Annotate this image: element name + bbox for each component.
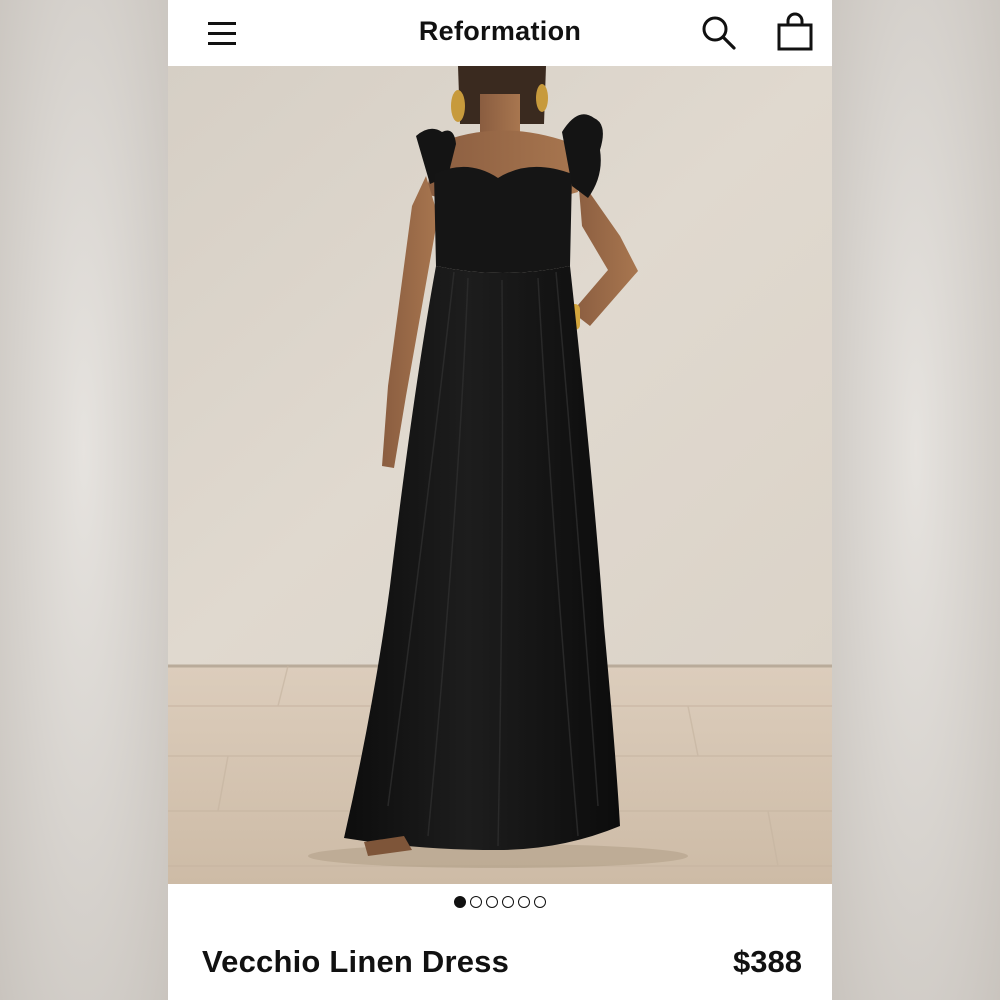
product-page: Reformation Vecchio Linen Dress $388 <box>168 0 832 1000</box>
background-blur-right <box>832 0 1000 1000</box>
product-price: $388 <box>733 944 802 979</box>
carousel-dot-6[interactable] <box>534 896 546 908</box>
carousel-dot-5[interactable] <box>518 896 530 908</box>
carousel-dot-2[interactable] <box>470 896 482 908</box>
shopping-bag-icon[interactable] <box>776 12 814 52</box>
product-name: Vecchio Linen Dress <box>202 944 510 979</box>
carousel-dot-1[interactable] <box>454 896 466 908</box>
carousel-dot-3[interactable] <box>486 896 498 908</box>
background-blur-left <box>0 0 168 1000</box>
carousel-dot-4[interactable] <box>502 896 514 908</box>
image-carousel-dots <box>168 896 832 916</box>
search-icon[interactable] <box>700 14 738 52</box>
top-nav-bar: Reformation <box>168 0 832 66</box>
product-image[interactable] <box>168 66 832 884</box>
